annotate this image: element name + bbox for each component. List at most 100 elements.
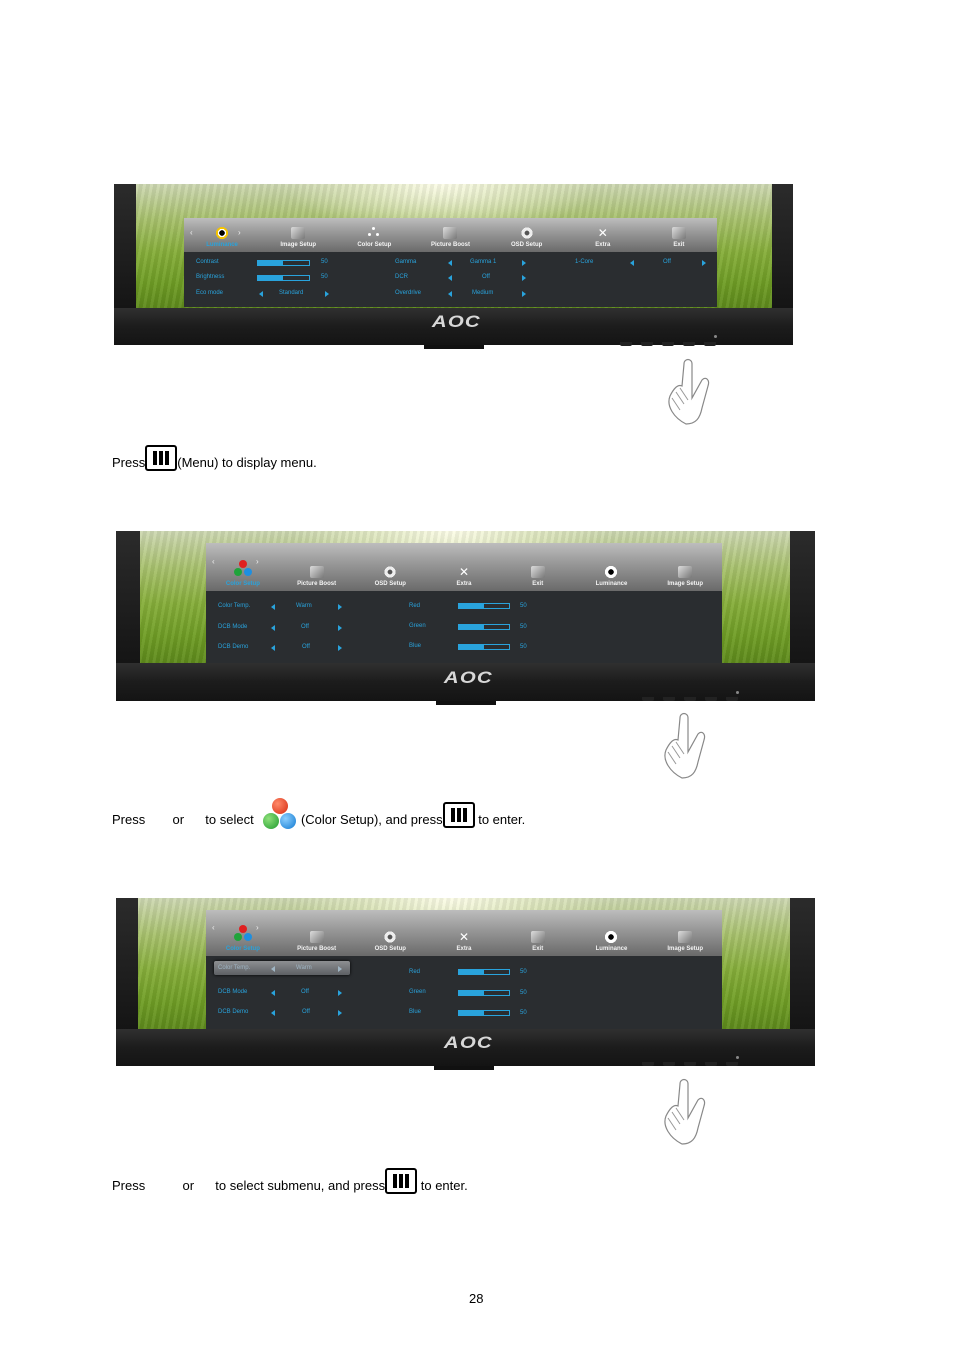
monitor-stand	[434, 1066, 494, 1070]
nav-right-icon[interactable]: ›	[256, 923, 259, 932]
blue-value: 50	[520, 644, 527, 650]
tab-luminance[interactable]: Luminance	[575, 931, 649, 956]
tab-image-setup[interactable]: Image Setup	[260, 227, 336, 252]
monitor-buttons[interactable]	[620, 342, 716, 346]
nav-left-icon[interactable]: ‹	[212, 557, 215, 566]
row-label-dcb-demo: DCB Demo	[218, 644, 249, 650]
color-temp-value: Warm	[296, 965, 312, 971]
tab-luminance[interactable]: Luminance	[575, 566, 649, 591]
dcr-next-icon[interactable]	[522, 275, 526, 281]
dcb-mode-value: Off	[301, 624, 309, 630]
color-temp-prev-icon[interactable]	[271, 604, 275, 610]
tab-picture-boost[interactable]: Picture Boost	[280, 566, 354, 591]
row-label-overdrive: Overdrive	[395, 290, 422, 296]
dcb-mode-prev-icon[interactable]	[271, 625, 275, 631]
gamma-value: Gamma 1	[470, 259, 497, 265]
row-label-dcb-mode: DCB Mode	[218, 989, 248, 995]
pointing-hand-icon	[664, 712, 706, 779]
core-prev-icon[interactable]	[630, 260, 634, 266]
row-label-gamma: Gamma	[395, 259, 417, 265]
core-next-icon[interactable]	[702, 260, 706, 266]
blue-slider[interactable]	[458, 1010, 510, 1016]
dcb-demo-next-icon[interactable]	[338, 645, 342, 651]
red-slider[interactable]	[458, 969, 510, 975]
monitor-buttons[interactable]	[642, 1062, 738, 1066]
nav-right-icon[interactable]: ›	[256, 557, 259, 566]
tab-osd-setup[interactable]: OSD Setup	[353, 566, 427, 591]
tab-extra[interactable]: ✕ Extra	[427, 566, 501, 591]
tab-picture-boost[interactable]: Picture Boost	[412, 227, 488, 252]
tab-osd-setup[interactable]: OSD Setup	[353, 931, 427, 956]
tab-exit[interactable]: Exit	[501, 566, 575, 591]
color-temp-next-icon[interactable]	[338, 604, 342, 610]
blue-slider[interactable]	[458, 644, 510, 650]
tab-extra[interactable]: ✕ Extra	[565, 227, 641, 252]
nav-left-icon[interactable]: ‹	[212, 923, 215, 932]
tab-exit[interactable]: Exit	[501, 931, 575, 956]
tab-image-setup[interactable]: Image Setup	[648, 566, 722, 591]
nav-left-icon[interactable]: ‹	[190, 228, 193, 237]
menu-key-icon	[442, 802, 475, 828]
nav-right-icon[interactable]: ›	[238, 228, 241, 237]
dcb-demo-prev-icon[interactable]	[271, 645, 275, 651]
dcb-demo-next-icon[interactable]	[338, 1010, 342, 1016]
monitor-stand	[424, 345, 484, 349]
power-led	[736, 1056, 739, 1059]
gamma-next-icon[interactable]	[522, 260, 526, 266]
monitor-stand	[436, 701, 496, 705]
dcb-mode-next-icon[interactable]	[338, 625, 342, 631]
brand-logo: AOC	[443, 1033, 493, 1052]
eco-mode-value: Standard	[279, 290, 304, 296]
tab-osd-setup[interactable]: OSD Setup	[489, 227, 565, 252]
caption-step-1: Press (Menu) to display menu.	[112, 445, 317, 471]
eco-prev-icon[interactable]	[259, 291, 263, 297]
osd-setup-icon	[519, 227, 534, 239]
extra-tools-icon: ✕	[458, 565, 470, 579]
green-slider[interactable]	[458, 624, 510, 630]
row-label-red: Red	[409, 603, 421, 609]
tab-exit[interactable]: Exit	[641, 227, 717, 252]
color-temp-next-icon[interactable]	[338, 966, 342, 972]
monitor-figure-3: AOC ‹ › Color Setup Picture Boost OSD Se…	[116, 898, 815, 1070]
brightness-slider[interactable]	[257, 275, 310, 281]
dcb-mode-next-icon[interactable]	[338, 990, 342, 996]
row-label-dcb-demo: DCB Demo	[218, 1009, 249, 1015]
pointing-hand-icon	[668, 358, 710, 425]
dcb-mode-value: Off	[301, 989, 309, 995]
row-label-green: Green	[409, 623, 426, 629]
contrast-value: 50	[321, 259, 328, 265]
green-value: 50	[520, 990, 527, 996]
brand-logo: AOC	[431, 312, 481, 331]
color-temp-prev-icon[interactable]	[271, 966, 275, 972]
eco-next-icon[interactable]	[325, 291, 329, 297]
green-value: 50	[520, 624, 527, 630]
color-setup-icon	[367, 227, 381, 239]
dcb-demo-prev-icon[interactable]	[271, 1010, 275, 1016]
tab-image-setup[interactable]: Image Setup	[648, 931, 722, 956]
dcr-prev-icon[interactable]	[448, 275, 452, 281]
overdrive-next-icon[interactable]	[522, 291, 526, 297]
power-led	[714, 335, 717, 338]
tab-picture-boost[interactable]: Picture Boost	[280, 931, 354, 956]
gamma-prev-icon[interactable]	[448, 260, 452, 266]
osd-menu: ‹ › Luminance Image Setup Color Setup Pi…	[184, 218, 717, 307]
overdrive-prev-icon[interactable]	[448, 291, 452, 297]
tab-color-setup[interactable]: Color Setup	[206, 560, 280, 591]
contrast-slider[interactable]	[257, 260, 310, 266]
sun-contrast-icon	[604, 931, 619, 943]
red-slider[interactable]	[458, 603, 510, 609]
sun-contrast-icon	[215, 227, 230, 239]
green-slider[interactable]	[458, 990, 510, 996]
tab-color-setup[interactable]: Color Setup	[206, 925, 280, 956]
row-label-green: Green	[409, 989, 426, 995]
dcb-demo-value: Off	[302, 1009, 310, 1015]
tab-color-setup[interactable]: Color Setup	[336, 227, 412, 252]
image-setup-icon	[678, 931, 693, 943]
tab-luminance[interactable]: Luminance	[184, 227, 260, 252]
osd-menu: ‹ › Color Setup Picture Boost OSD Setup …	[206, 910, 722, 1029]
monitor-buttons[interactable]	[642, 697, 738, 701]
dcb-mode-prev-icon[interactable]	[271, 990, 275, 996]
row-label-color-temp: Color Temp.	[218, 965, 251, 971]
pointing-hand-icon	[664, 1078, 706, 1145]
tab-extra[interactable]: ✕ Extra	[427, 931, 501, 956]
